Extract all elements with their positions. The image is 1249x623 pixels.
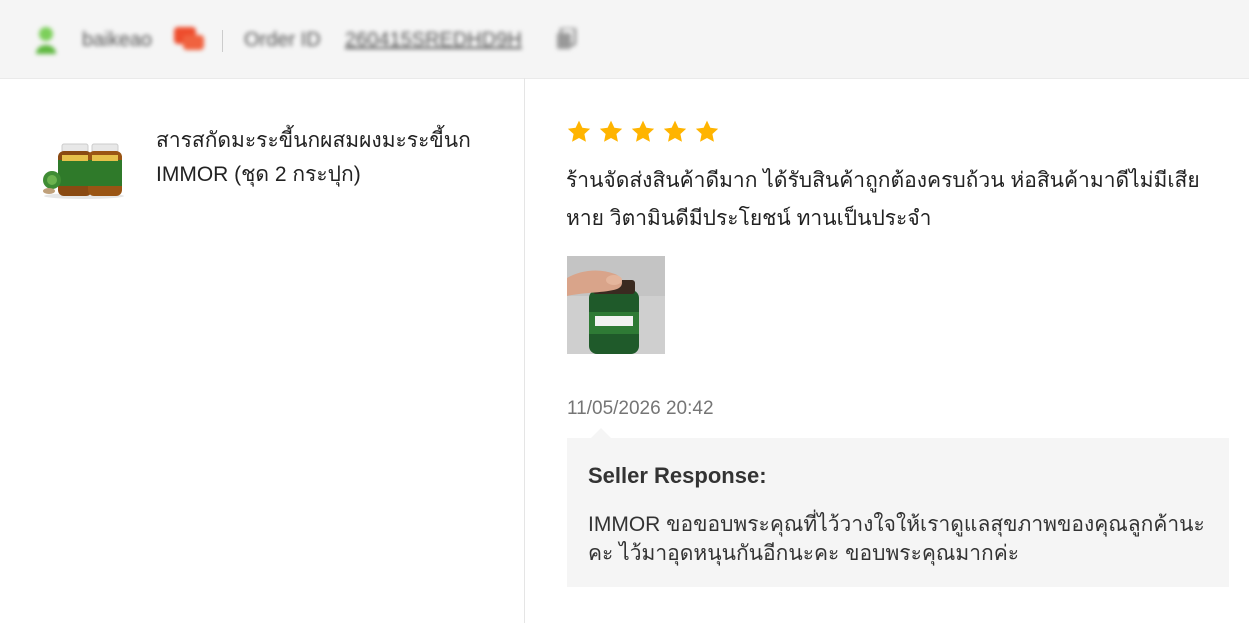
star-icon [695,120,719,142]
copy-icon[interactable] [556,28,576,50]
product-name[interactable]: สารสกัดมะระขี้นกผสมผงมะระขี้นก IMMOR (ชุ… [156,124,496,192]
star-icon [599,120,623,142]
order-id-link[interactable]: 260415SREDHD9H [345,29,522,52]
response-pointer [591,428,611,438]
avatar-icon[interactable] [34,26,58,54]
star-icon [567,120,591,142]
hand-holding-bottle-photo[interactable] [567,256,665,354]
chat-icon[interactable] [174,27,204,53]
column-divider [524,78,525,623]
star-icon [663,120,687,142]
order-header: baikeao Order ID 260415SREDHD9H [0,0,1249,79]
star-icon [631,120,655,142]
review-text: ร้านจัดส่งสินค้าดีมาก ได้รับสินค้าถูกต้อ… [566,169,1200,230]
review-timestamp: 11/05/2026 20:42 [567,398,714,419]
header-divider [222,30,223,52]
seller-response-title: Seller Response: [588,463,767,488]
star-rating [566,119,720,145]
buyer-username[interactable]: baikeao [82,29,152,52]
order-id-label: Order ID [244,29,321,51]
supplement-bottles-image[interactable] [40,138,128,200]
seller-response-box: Seller Response: IMMOR ขอขอบพระคุณที่ไว้… [567,438,1229,587]
seller-response-text: IMMOR ขอขอบพระคุณที่ไว้วางใจให้เราดูแลสุ… [588,513,1205,565]
